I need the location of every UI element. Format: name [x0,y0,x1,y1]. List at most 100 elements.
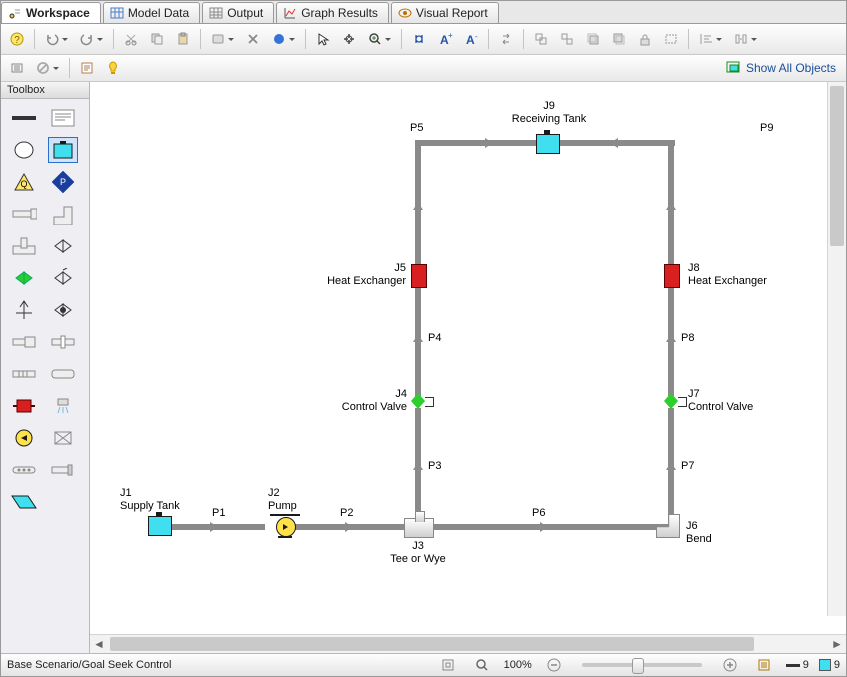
show-all-label: Show All Objects [746,61,836,75]
scrollbar-thumb[interactable] [110,637,754,651]
font-increase-button[interactable]: A+ [433,27,457,51]
tool-area-change[interactable] [9,329,39,355]
tool-pipe[interactable] [9,105,39,131]
tool-compressor[interactable] [48,425,78,451]
show-all-icon [726,60,742,77]
tab-model-data[interactable]: Model Data [103,2,200,23]
scrollbar-track[interactable] [110,637,826,651]
junction-bend[interactable] [656,514,680,538]
tool-relief-valve[interactable] [48,265,78,291]
tool-dead-end[interactable] [48,457,78,483]
cut-button[interactable] [119,27,143,51]
disable-button[interactable] [31,56,64,80]
select-tool[interactable] [311,27,335,51]
tool-assigned-pressure[interactable]: P [48,169,78,195]
tool-valve[interactable] [48,233,78,259]
junction-receiving-tank[interactable] [536,134,560,154]
settings-icon[interactable] [752,653,776,677]
scrollbar-thumb[interactable] [830,86,844,246]
junction-control-valve-left[interactable] [411,394,425,408]
tab-graph-results[interactable]: Graph Results [276,2,389,23]
vertical-scrollbar[interactable] [827,82,846,616]
tool-branch[interactable] [9,201,39,227]
zoom-slider[interactable] [582,663,702,667]
tool-bend[interactable] [48,201,78,227]
pipe-count: 9 [786,659,809,671]
notes-button[interactable] [75,56,99,80]
send-back-button[interactable] [607,27,631,51]
tool-separator[interactable] [9,457,39,483]
zoom-out-button[interactable] [542,653,566,677]
tool-orifice[interactable] [48,329,78,355]
tab-output[interactable]: Output [202,2,274,23]
arrow-icon [666,462,676,470]
zoom-tool[interactable] [363,27,396,51]
distribute-button[interactable] [729,27,762,51]
separator [401,29,402,49]
tool-control-valve[interactable] [48,297,78,323]
tip-button[interactable] [101,56,125,80]
tool-tank[interactable] [48,137,78,163]
align-button[interactable] [694,27,727,51]
tool-annotation[interactable] [48,105,78,131]
body: Toolbox Q P [1,82,846,653]
group-button[interactable] [529,27,553,51]
copy-button[interactable] [145,27,169,51]
object-button[interactable] [206,27,239,51]
redo-button[interactable] [75,27,108,51]
tool-tee[interactable] [9,233,39,259]
delete-button[interactable] [241,27,265,51]
tool-assigned-flow[interactable]: Q [9,169,39,195]
select-rect-button[interactable] [659,27,683,51]
tab-visual-report[interactable]: Visual Report [391,2,499,23]
tab-label: Workspace [26,6,90,20]
pipe-p6[interactable] [428,524,671,530]
junction-control-valve-right[interactable] [664,394,678,408]
help-icon[interactable]: ? [5,27,29,51]
tool-general-component[interactable] [48,361,78,387]
find-button[interactable] [407,27,431,51]
table-icon [110,6,124,20]
junction-tee[interactable] [404,518,434,538]
canvas-wrap: P1 P2 P6 P5 P9 P3 P4 [90,82,846,653]
font-decrease-button[interactable]: A- [459,27,483,51]
workspace-canvas[interactable]: P1 P2 P6 P5 P9 P3 P4 [90,82,846,634]
horizontal-scrollbar[interactable]: ◄ ► [90,634,846,653]
zoom-in-button[interactable] [718,653,742,677]
tool-spray[interactable] [48,393,78,419]
arrow-icon [485,138,493,148]
junction-supply-tank[interactable] [148,516,172,536]
tool-check-valve[interactable] [9,265,39,291]
tab-workspace[interactable]: Workspace [1,2,101,23]
tool-three-way-valve[interactable] [9,297,39,323]
undo-button[interactable] [40,27,73,51]
separator [200,29,201,49]
flip-button[interactable] [494,27,518,51]
junction-label: J2Pump [268,487,297,513]
tool-pump[interactable] [9,425,39,451]
junction-swatch-icon [819,659,831,671]
toggle-panel-button[interactable] [5,56,29,80]
ungroup-button[interactable] [555,27,579,51]
bring-front-button[interactable] [581,27,605,51]
junction-heat-exchanger-left[interactable] [411,264,427,288]
color-button[interactable] [267,27,300,51]
tool-screen[interactable] [9,361,39,387]
tool-reservoir[interactable] [9,137,39,163]
fit-view-button[interactable] [436,653,460,677]
svg-text:-: - [475,32,478,41]
paste-button[interactable] [171,27,195,51]
lock-button[interactable] [633,27,657,51]
show-all-objects-button[interactable]: Show All Objects [720,58,842,79]
zoom-slider-knob[interactable] [632,658,644,674]
junction-pump[interactable] [276,517,296,537]
tool-open-channel[interactable] [9,489,39,515]
pan-tool[interactable] [337,27,361,51]
junction-label: J8Heat Exchanger [688,262,767,288]
scroll-left-icon[interactable]: ◄ [90,635,108,653]
zoom-icon[interactable] [470,653,494,677]
scenario-path: Base Scenario/Goal Seek Control [7,659,171,671]
tool-heat-exchanger[interactable] [9,393,39,419]
scroll-right-icon[interactable]: ► [828,635,846,653]
junction-heat-exchanger-right[interactable] [664,264,680,288]
